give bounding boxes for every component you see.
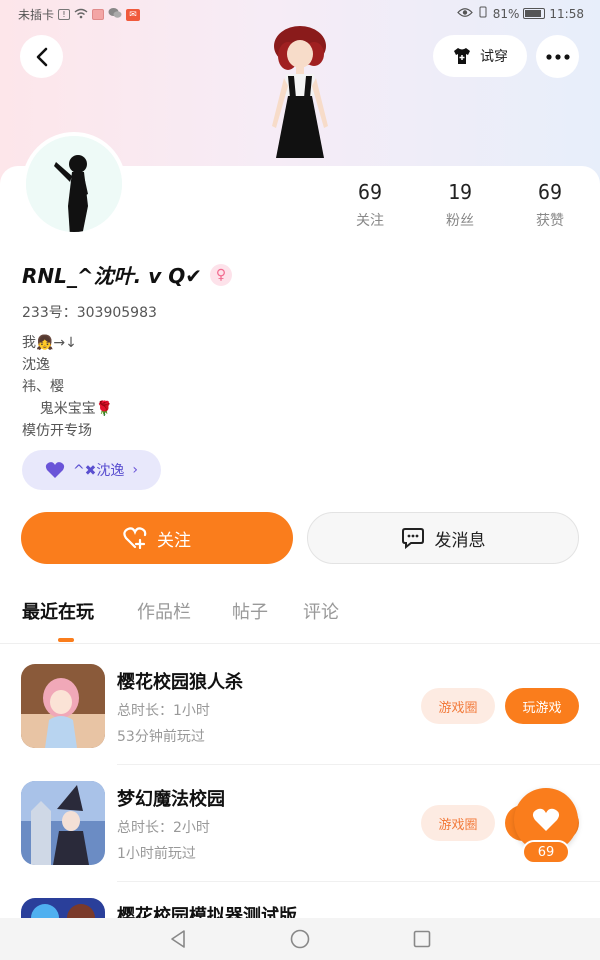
system-nav-bar [0, 918, 600, 960]
user-id: 233号：303905983 [22, 305, 157, 321]
app-notification-icon: ✉ [126, 8, 141, 21]
stat-likes[interactable]: 69 获赞 [510, 180, 590, 230]
gallery-icon [92, 9, 105, 20]
tshirt-icon [454, 48, 470, 64]
row-divider [117, 881, 600, 882]
stat-fans-label: 粉丝 [446, 213, 474, 229]
nav-home-icon[interactable] [289, 928, 311, 950]
nickname: RNL_^沈叶. v Q✔ ♀ [22, 260, 232, 289]
tab-works[interactable]: 作品栏 [137, 598, 191, 624]
stat-following[interactable]: 69 关注 [330, 180, 410, 230]
stat-fans-value: 19 [447, 180, 473, 204]
carrier-text: 未插卡 [18, 8, 55, 22]
stat-likes-label: 获赞 [536, 213, 564, 229]
bio-line: 鬼米宝宝🌹 [22, 401, 114, 417]
try-on-button[interactable]: 试穿 [433, 35, 527, 77]
tab-comments[interactable]: 评论 [303, 598, 339, 624]
battery-icon [523, 8, 546, 19]
tab-posts[interactable]: 帖子 [232, 598, 268, 624]
play-game-button[interactable]: 玩游戏 [505, 688, 579, 724]
message-button[interactable]: 发消息 [307, 512, 579, 564]
stat-following-value: 69 [357, 180, 383, 204]
wifi-icon [74, 8, 88, 22]
game-title: 樱花校园模拟器测试版 [117, 906, 297, 918]
chevron-right-icon: › [132, 462, 139, 478]
game-circle-button[interactable]: 游戏圈 [421, 688, 495, 724]
more-options-button[interactable] [536, 35, 579, 78]
stat-fans[interactable]: 19 粉丝 [420, 180, 500, 230]
relationship-tag[interactable]: ^✖沈逸 › [22, 450, 161, 490]
list-item[interactable]: 樱花校园狼人杀 总时长：1小时 53分钟前玩过 游戏圈 玩游戏 [0, 664, 600, 780]
bio-line: 祎、樱 [22, 379, 64, 395]
tab-indicator [58, 638, 74, 642]
game-thumbnail [21, 781, 105, 865]
eye-icon [456, 7, 473, 21]
bio-line: 沈逸 [22, 357, 50, 373]
nav-back-icon[interactable] [167, 928, 189, 950]
list-item[interactable]: 梦幻魔法校园 总时长：2小时 1小时前玩过 游戏圈 玩游戏 [0, 781, 600, 897]
game-last-played: 1小时前玩过 [117, 846, 196, 862]
nav-recents-icon[interactable] [411, 928, 433, 950]
bio: 我👧→↓ 沈逸祎、樱 鬼米宝宝🌹 模仿开专场 [22, 332, 113, 442]
heart-icon [45, 462, 65, 478]
profile-tabs: 最近在玩 作品栏 帖子 评论 [22, 598, 582, 642]
bio-line: 我👧→↓ [22, 335, 77, 351]
follow-button[interactable]: 关注 [21, 512, 293, 564]
try-on-label: 试穿 [480, 49, 508, 65]
like-count-badge: 69 [522, 840, 570, 864]
female-icon: ♀ [209, 263, 232, 286]
profile-stats: 69 关注 19 粉丝 69 获赞 [330, 180, 590, 240]
status-right: 81% 11:58 [456, 6, 584, 21]
clock-text: 11:58 [549, 6, 584, 21]
game-thumbnail [21, 898, 105, 918]
vibrate-icon [477, 6, 489, 21]
follow-label: 关注 [157, 530, 191, 551]
avatar-dressup-figure[interactable] [250, 26, 350, 166]
nickname-text: RNL_^沈叶. v Q✔ [22, 264, 202, 288]
stat-following-label: 关注 [356, 213, 384, 229]
add-follow-icon [123, 527, 147, 549]
game-duration: 总时长：2小时 [117, 820, 210, 836]
heart-icon [532, 808, 560, 831]
game-title: 樱花校园狼人杀 [117, 672, 243, 693]
bio-line: 模仿开专场 [22, 423, 92, 439]
chevron-left-icon [36, 47, 47, 66]
status-left: 未插卡 ! ✉ [18, 6, 141, 23]
chat-icon [401, 528, 424, 549]
game-title: 梦幻魔法校园 [117, 789, 225, 810]
message-label: 发消息 [434, 530, 486, 551]
sim-icon: ! [58, 9, 71, 20]
back-button[interactable] [20, 35, 63, 78]
more-dots-icon [545, 53, 570, 60]
avatar[interactable] [22, 132, 126, 236]
status-bar: 未插卡 ! ✉ 81% 11:58 [0, 0, 600, 28]
game-duration: 总时长：1小时 [117, 703, 210, 719]
tabs-divider [0, 643, 600, 644]
game-circle-button[interactable]: 游戏圈 [421, 805, 495, 841]
list-item[interactable]: 樱花校园模拟器测试版 [0, 898, 600, 918]
relationship-tag-label: ^✖沈逸 [72, 463, 125, 479]
game-last-played: 53分钟前玩过 [117, 729, 205, 745]
stat-likes-value: 69 [537, 180, 563, 204]
tab-recent-played[interactable]: 最近在玩 [22, 598, 94, 624]
battery-percent: 81% [492, 6, 520, 21]
game-thumbnail [21, 664, 105, 748]
row-divider [117, 764, 600, 765]
wechat-icon [108, 7, 122, 22]
